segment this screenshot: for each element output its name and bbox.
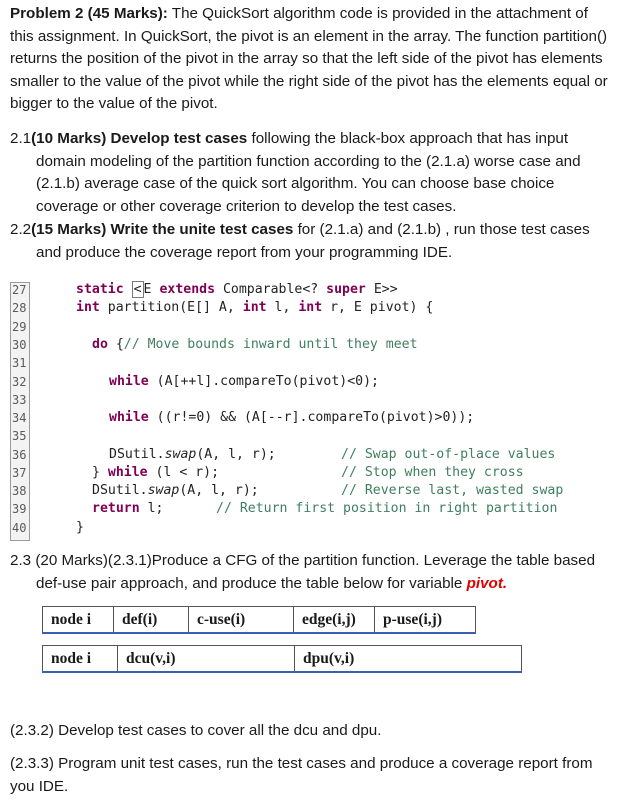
line-number: 31 [12, 356, 27, 370]
table1-header-puse: p-use(i,j) [374, 606, 476, 634]
line-number: 29 [12, 320, 27, 334]
line-number: 39 [12, 502, 27, 516]
line-number: 28 [12, 301, 27, 315]
question-2-3-2: (2.3.2) Develop test cases to cover all … [10, 722, 382, 739]
def-use-table: node i def(i) c-use(i) edge(i,j) p-use(i… [42, 606, 476, 634]
code-line-38: DSutil.swap(A, l, r); [92, 483, 259, 498]
comment-line-37: // Stop when they cross [341, 465, 524, 480]
code-line-40: } [76, 520, 84, 535]
table1-header-cuse: c-use(i) [188, 606, 294, 634]
line-number: 38 [12, 484, 27, 498]
line-number: 33 [12, 393, 27, 407]
comment-line-36: // Swap out-of-place values [341, 447, 556, 462]
table2-header-dpu: dpu(v,i) [294, 645, 522, 673]
q23-variable: pivot. [466, 574, 508, 592]
table2-header-node: node i [42, 645, 118, 673]
q21-bold: (10 Marks) Develop test cases [31, 130, 248, 147]
q23-text: 2.3 (20 Marks)(2.3.1)Produce a CFG of th… [10, 552, 596, 592]
caret-icon: < [131, 281, 144, 298]
line-number: 32 [12, 375, 27, 389]
q21-number: 2.1 [10, 130, 32, 147]
code-line-27: static < E extends Comparable<? super E>> [76, 281, 398, 298]
line-number: 27 [12, 283, 27, 297]
line-number: 36 [12, 448, 27, 462]
question-2-3: 2.3 (20 Marks)(2.3.1)Produce a CFG of th… [10, 550, 610, 595]
table2-header-dcu: dcu(v,i) [117, 645, 295, 673]
table1-header-edge: edge(i,j) [293, 606, 375, 634]
code-line-30: do {// Move bounds inward until they mee… [92, 337, 418, 352]
line-number: 30 [12, 338, 27, 352]
question-2-2: 2.2(15 Marks) Write the unite test cases… [10, 219, 610, 264]
line-number: 40 [12, 521, 27, 535]
dcu-dpu-table: node i dcu(v,i) dpu(v,i) [42, 645, 522, 673]
line-number: 37 [12, 466, 27, 480]
code-line-32: while (A[++l].compareTo(pivot)<0); [109, 374, 379, 389]
code-line-34: while ((r!=0) && (A[--r].compareTo(pivot… [109, 410, 475, 425]
line-number: 34 [12, 411, 27, 425]
code-listing: 27 28 29 30 31 32 33 34 35 36 37 38 39 40 static < E e… [10, 281, 610, 542]
code-line-36: DSutil.swap(A, l, r); [109, 447, 276, 462]
comment-line-39: // Return first position in right partit… [216, 501, 558, 516]
table1-header-node: node i [42, 606, 114, 634]
q22-bold: (15 Marks) Write the unite test cases [31, 221, 294, 238]
comment-line-38: // Reverse last, wasted swap [341, 483, 564, 498]
problem-intro: Problem 2 (45 Marks): The QuickSort algo… [10, 3, 610, 116]
table1-header-def: def(i) [113, 606, 189, 634]
question-2-1: 2.1(10 Marks) Develop test cases followi… [10, 128, 610, 218]
code-line-37: } while (l < r); [92, 465, 220, 480]
line-number: 35 [12, 429, 27, 443]
q22-number: 2.2 [10, 221, 32, 238]
code-line-39: return l; [92, 501, 164, 516]
problem-heading: Problem 2 (45 Marks): [10, 5, 168, 22]
question-2-3-3: (2.3.3) Program unit test cases, run the… [10, 755, 593, 795]
code-line-28: int partition(E[] A, int l, int r, E piv… [76, 300, 434, 315]
